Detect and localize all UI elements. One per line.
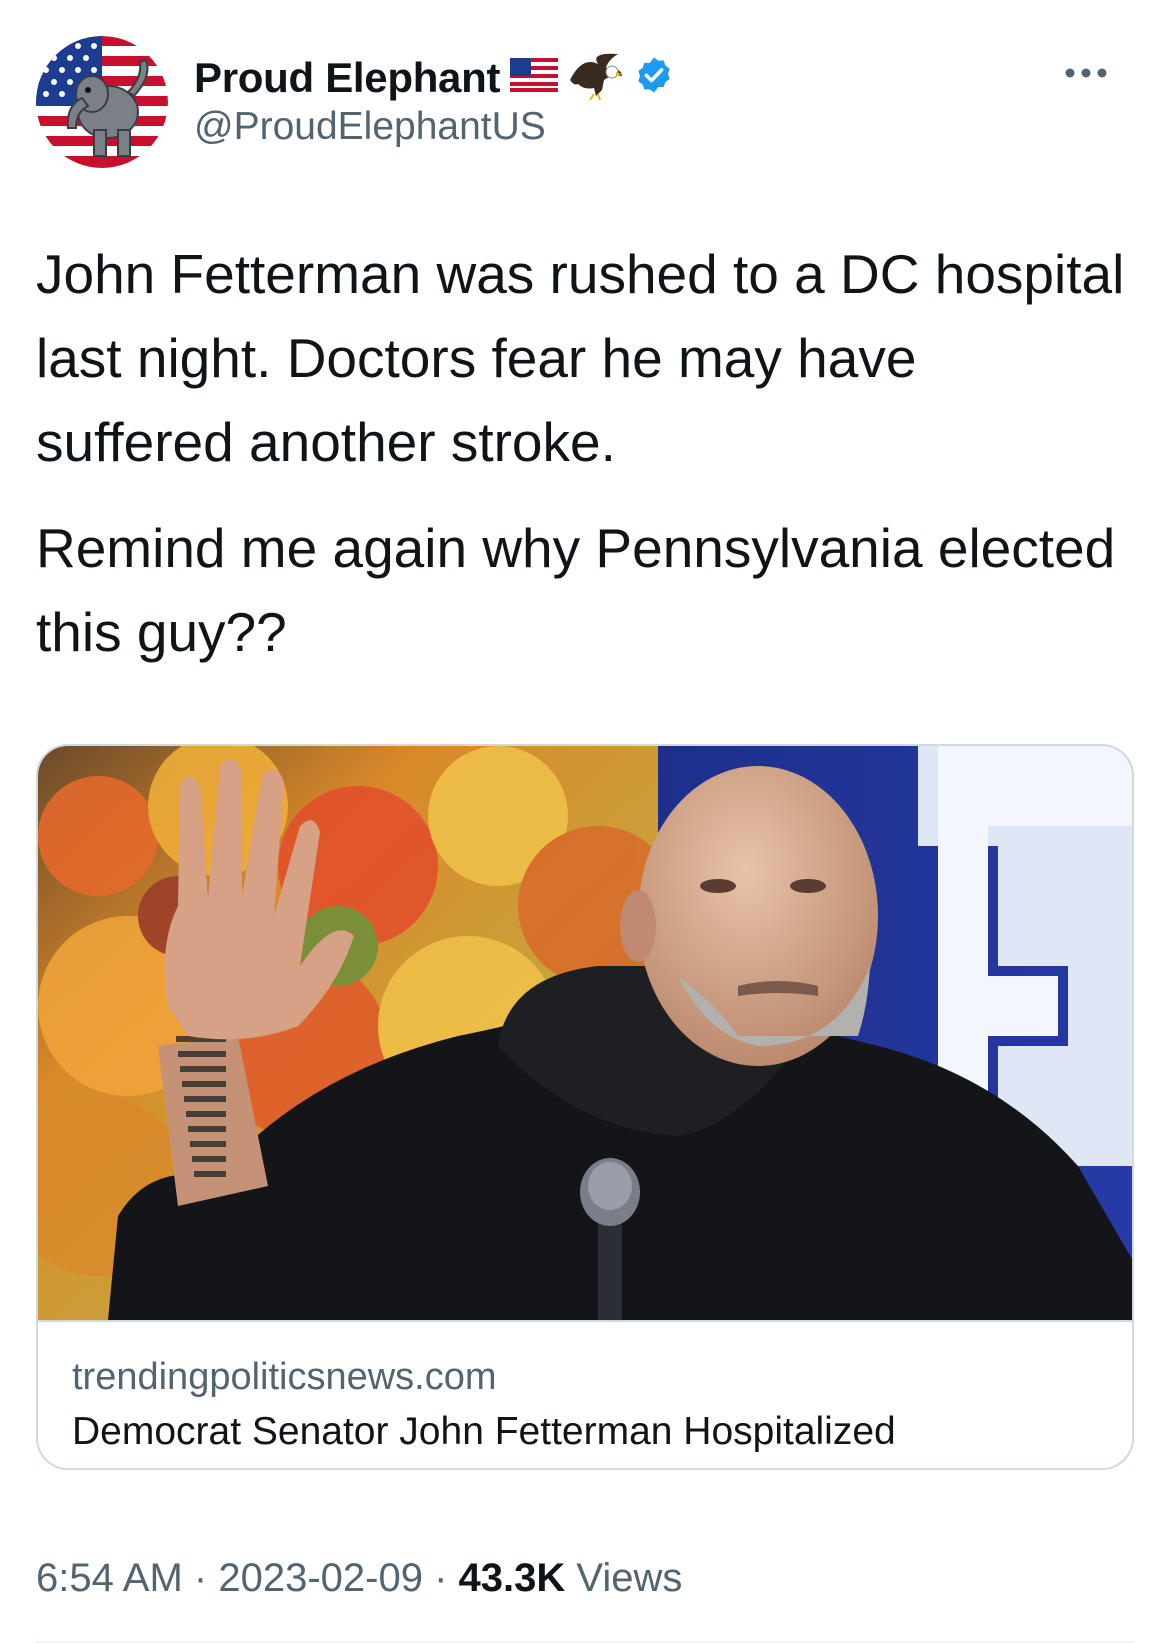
- elephant-flag-avatar-icon: [36, 36, 168, 168]
- more-options-button[interactable]: [1056, 58, 1116, 88]
- us-flag-icon: [510, 58, 559, 97]
- meta-separator: ·: [193, 1556, 208, 1600]
- verified-badge-icon: [634, 55, 674, 100]
- tweet-paragraph: John Fetterman was rushed to a DC hospit…: [36, 243, 1125, 473]
- tweet-meta: 6:54 AM · 2023-02-09 · 43.3K Views: [36, 1556, 682, 1601]
- author-handle[interactable]: @ProudElephantUS: [194, 105, 546, 149]
- tweet-date[interactable]: 2023-02-09: [218, 1556, 423, 1600]
- author-name-row: Proud Elephant: [194, 50, 674, 105]
- link-preview-footer: trendingpoliticsnews.com Democrat Senato…: [38, 1320, 1132, 1468]
- more-dots-icon: [1065, 68, 1107, 78]
- author-display-name[interactable]: Proud Elephant: [194, 54, 500, 102]
- link-preview-card[interactable]: trendingpoliticsnews.com Democrat Senato…: [36, 744, 1134, 1470]
- views-count: 43.3K: [458, 1556, 566, 1600]
- tweet-time[interactable]: 6:54 AM: [36, 1556, 183, 1600]
- link-domain: trendingpoliticsnews.com: [72, 1356, 497, 1398]
- views-label: Views: [576, 1556, 683, 1600]
- tweet-paragraph: Remind me again why Pennsylvania elected…: [36, 517, 1116, 663]
- link-preview-image: [38, 746, 1132, 1320]
- eagle-icon: [568, 50, 624, 105]
- tweet-text: John Fetterman was rushed to a DC hospit…: [36, 232, 1126, 674]
- link-title: Democrat Senator John Fetterman Hospital…: [72, 1410, 896, 1453]
- meta-separator: ·: [434, 1556, 448, 1600]
- avatar[interactable]: [36, 36, 168, 168]
